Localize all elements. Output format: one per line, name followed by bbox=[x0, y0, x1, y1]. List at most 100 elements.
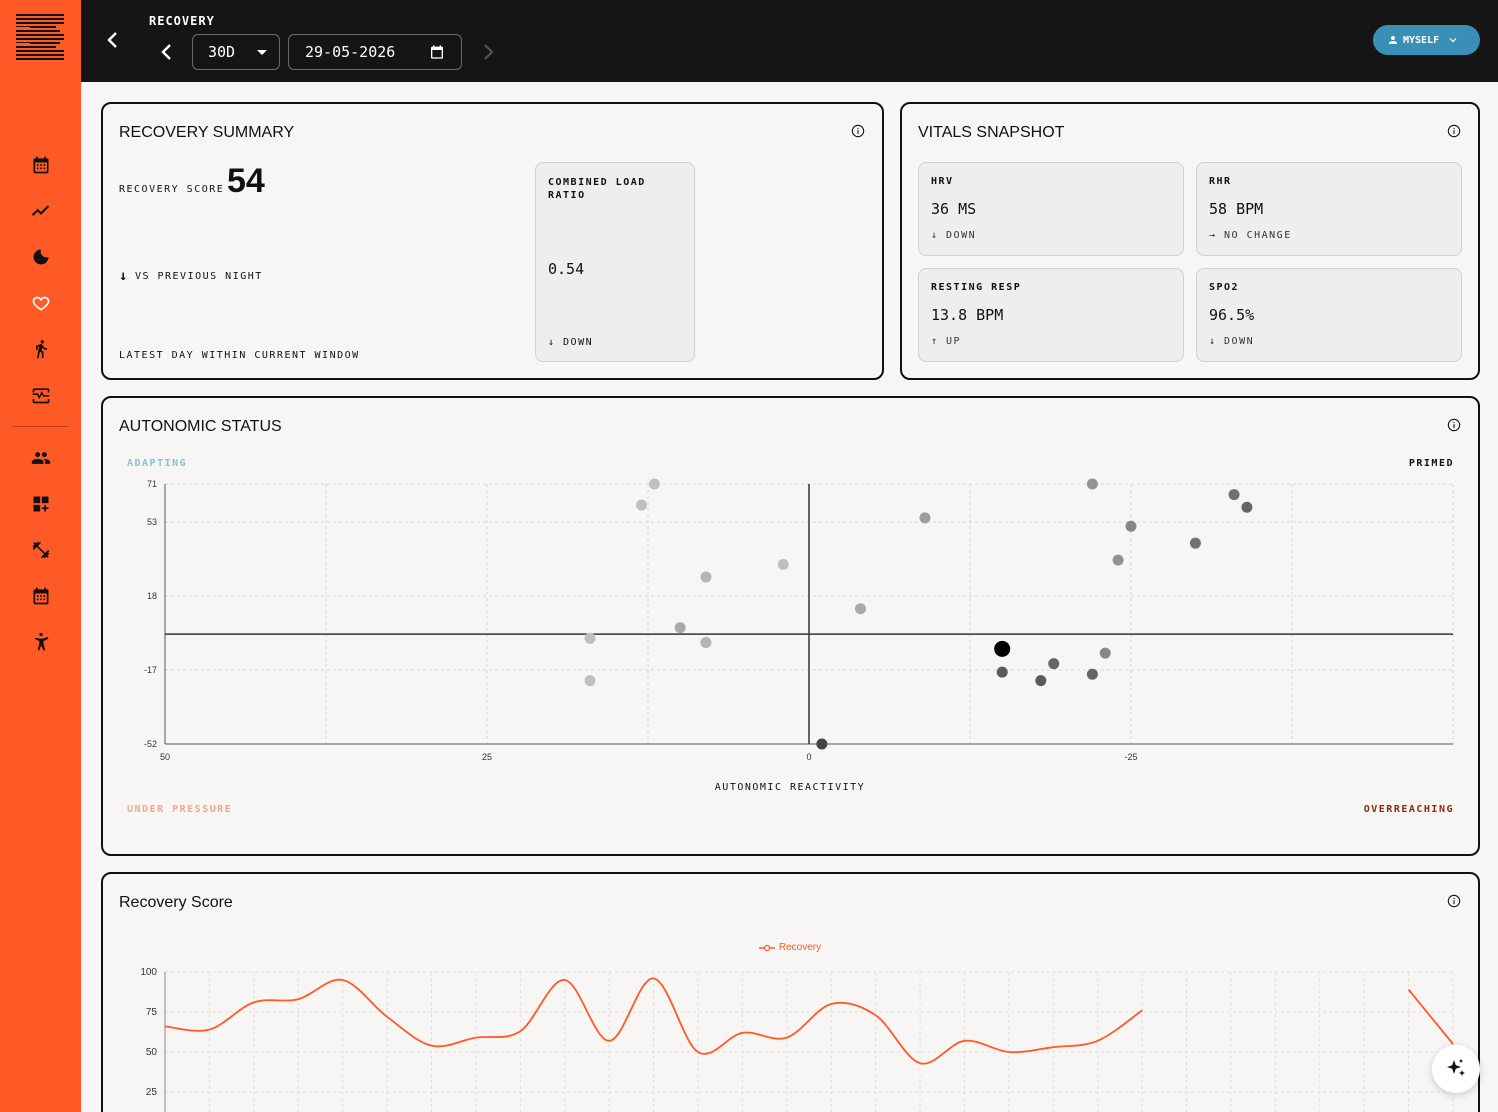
scatter-point bbox=[1035, 675, 1047, 687]
recovery-score-label: RECOVERY SCORE bbox=[119, 184, 225, 195]
scatter-point bbox=[584, 632, 596, 644]
scatter-point bbox=[855, 603, 867, 615]
date-input-value: 29-05-2026 bbox=[305, 43, 396, 61]
calendar-icon[interactable] bbox=[28, 152, 54, 178]
page-title: RECOVERY bbox=[149, 14, 215, 28]
scatter-point bbox=[674, 622, 686, 634]
vital-value: 13.8 BPM bbox=[931, 306, 1004, 324]
next-period-button[interactable] bbox=[478, 40, 498, 64]
scatter-point-latest bbox=[994, 640, 1011, 657]
ai-assistant-button[interactable] bbox=[1432, 1045, 1480, 1093]
x-tick-label: -25 bbox=[1124, 752, 1137, 762]
scatter-point bbox=[1086, 668, 1098, 680]
scatter-point bbox=[1241, 501, 1253, 513]
range-select[interactable]: 30D bbox=[192, 34, 280, 70]
back-button[interactable] bbox=[103, 28, 123, 52]
load-ratio-label: COMBINED LOAD RATIO bbox=[548, 177, 646, 201]
dashboard-add-icon[interactable] bbox=[28, 491, 54, 517]
vital-tile-hrv: HRV 36 MS ↓ DOWN bbox=[918, 162, 1184, 256]
scatter-point bbox=[816, 738, 828, 750]
autonomic-status-card: AUTONOMIC STATUS ADAPTING PRIMED UNDER P… bbox=[101, 396, 1480, 856]
scatter-point bbox=[1086, 478, 1098, 490]
sparkle-icon bbox=[1447, 1059, 1465, 1076]
sidebar bbox=[0, 0, 81, 1112]
previous-night-label: VS PREVIOUS NIGHT bbox=[134, 270, 263, 282]
info-icon[interactable] bbox=[851, 124, 865, 138]
vital-trend: ↓ DOWN bbox=[931, 230, 977, 241]
monitor-heart-icon[interactable] bbox=[28, 382, 54, 408]
down-arrow-icon: ↓ bbox=[119, 268, 129, 284]
y-tick-label: 25 bbox=[146, 1087, 158, 1098]
calendar-alt-icon[interactable] bbox=[28, 583, 54, 609]
x-axis-label: AUTONOMIC REACTIVITY bbox=[714, 782, 866, 793]
y-tick-label: 100 bbox=[140, 967, 157, 978]
scatter-point bbox=[700, 571, 712, 583]
vital-trend: → NO CHANGE bbox=[1209, 230, 1292, 241]
vital-label: RESTING RESP bbox=[931, 282, 1022, 293]
y-tick-label: -17 bbox=[144, 665, 157, 675]
window-note: LATEST DAY WITHIN CURRENT WINDOW bbox=[119, 350, 360, 361]
chevron-down-icon bbox=[1449, 38, 1457, 43]
recovery-score-card: Recovery Score Recovery 100 75 50 25 bbox=[101, 872, 1480, 1112]
range-select-value: 30D bbox=[208, 43, 236, 61]
x-tick-label: 25 bbox=[482, 752, 492, 762]
card-title: RECOVERY SUMMARY bbox=[119, 124, 295, 141]
recovery-summary-card: RECOVERY SUMMARY RECOVERY SCORE 54 ↓ VS … bbox=[101, 102, 884, 380]
people-icon[interactable] bbox=[28, 445, 54, 471]
user-menu-button[interactable]: MYSELF bbox=[1373, 25, 1480, 55]
vitals-snapshot-card: VITALS SNAPSHOT HRV 36 MS ↓ DOWN RHR 58 … bbox=[900, 102, 1480, 380]
vital-trend: ↓ DOWN bbox=[1209, 336, 1255, 347]
scatter-point bbox=[700, 637, 712, 649]
scatter-point bbox=[636, 499, 648, 511]
scatter-point bbox=[584, 675, 596, 687]
previous-night-comparison: ↓ VS PREVIOUS NIGHT bbox=[119, 268, 263, 284]
combined-load-ratio-tile: COMBINED LOAD RATIO 0.54 ↓ DOWN bbox=[535, 162, 695, 362]
recovery-score-value: 54 bbox=[227, 162, 265, 200]
card-title: VITALS SNAPSHOT bbox=[918, 124, 1065, 141]
brand-logo[interactable] bbox=[16, 14, 66, 62]
vital-tile-resting-resp: RESTING RESP 13.8 BPM ↑ UP bbox=[918, 268, 1184, 362]
sidebar-divider bbox=[12, 426, 69, 427]
x-tick-label: 0 bbox=[806, 752, 811, 762]
y-tick-label: 75 bbox=[146, 1007, 158, 1018]
vital-value: 96.5% bbox=[1209, 306, 1255, 324]
vital-tile-spo2: SPO2 96.5% ↓ DOWN bbox=[1196, 268, 1462, 362]
user-menu-label: MYSELF bbox=[1403, 34, 1440, 46]
vital-value: 36 MS bbox=[931, 200, 977, 218]
y-tick-label: 50 bbox=[146, 1047, 158, 1058]
load-ratio-value: 0.54 bbox=[548, 260, 585, 278]
vital-value: 58 BPM bbox=[1209, 200, 1264, 218]
x-tick-label: 50 bbox=[160, 752, 170, 762]
trend-icon[interactable] bbox=[28, 198, 54, 224]
scatter-point bbox=[1048, 658, 1060, 670]
scatter-point bbox=[1125, 520, 1137, 532]
scatter-point bbox=[1228, 489, 1240, 501]
vital-label: HRV bbox=[931, 176, 954, 187]
scatter-point bbox=[1112, 554, 1124, 566]
date-input[interactable]: 29-05-2026 bbox=[288, 34, 462, 70]
vital-label: RHR bbox=[1209, 176, 1232, 187]
y-tick-label: 71 bbox=[147, 479, 157, 489]
y-tick-label: 53 bbox=[147, 517, 157, 527]
person-icon bbox=[1389, 36, 1397, 44]
scatter-point bbox=[1099, 647, 1111, 659]
recovery-line-chart: 100 75 50 25 bbox=[140, 967, 1454, 1112]
info-icon[interactable] bbox=[1447, 124, 1461, 138]
heart-icon[interactable] bbox=[28, 290, 54, 316]
previous-period-button[interactable] bbox=[157, 40, 177, 64]
calendar-picker-icon[interactable] bbox=[429, 44, 445, 60]
top-header: RECOVERY 30D 29-05-2026 MYSELF bbox=[81, 0, 1498, 82]
scatter-point bbox=[777, 558, 789, 570]
scatter-point bbox=[1189, 537, 1201, 549]
vital-tile-rhr: RHR 58 BPM → NO CHANGE bbox=[1196, 162, 1462, 256]
load-ratio-trend: ↓ DOWN bbox=[548, 337, 594, 348]
scatter-point bbox=[648, 478, 660, 490]
recovery-series-line bbox=[1407, 989, 1454, 1045]
vital-label: SPO2 bbox=[1209, 282, 1240, 293]
martial-arts-icon[interactable] bbox=[28, 629, 54, 655]
y-tick-label: -52 bbox=[144, 739, 157, 749]
caret-down-icon bbox=[257, 50, 267, 55]
moon-icon[interactable] bbox=[28, 244, 54, 270]
run-icon[interactable] bbox=[28, 336, 54, 362]
dumbbell-icon[interactable] bbox=[28, 537, 54, 563]
